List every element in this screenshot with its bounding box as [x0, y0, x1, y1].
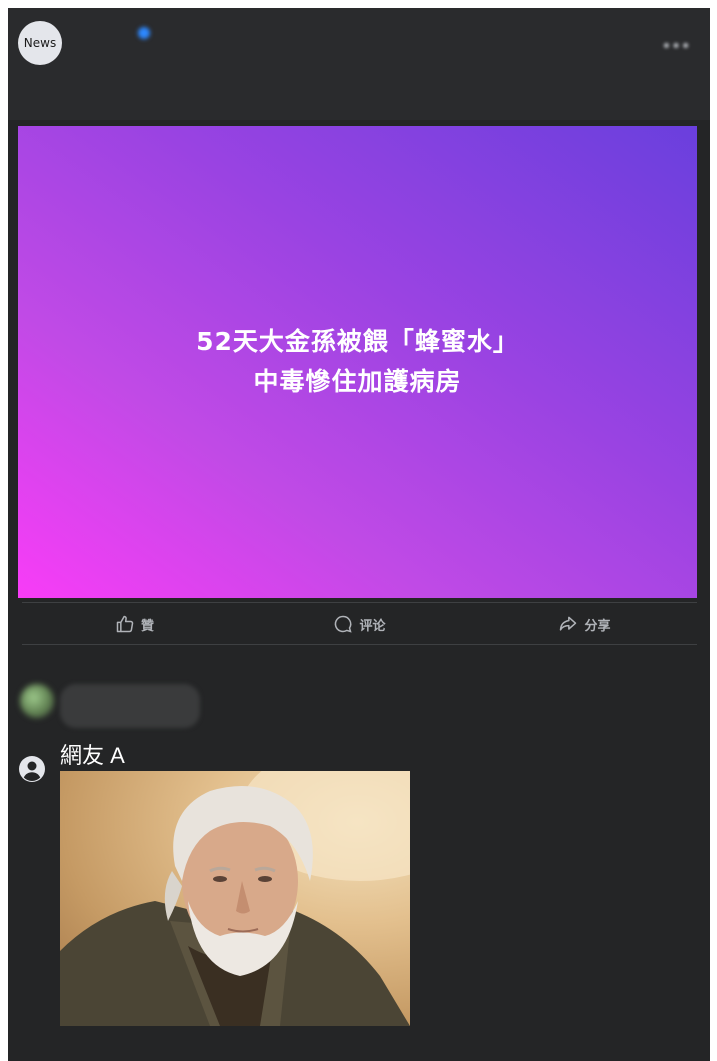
- share-label: 分享: [584, 618, 611, 634]
- headline-line-1: 52天大金孫被餵「蜂蜜水」: [196, 327, 519, 356]
- more-options-icon[interactable]: •••: [661, 36, 691, 57]
- reply-photo[interactable]: [60, 771, 410, 1026]
- post-header: News •••: [8, 8, 710, 120]
- netizen-name: 網友 A: [60, 743, 125, 768]
- comment-bubble: [60, 684, 200, 728]
- like-label: 贊: [140, 618, 154, 634]
- divider: [22, 644, 697, 645]
- headline-line-2: 中毒慘住加護病房: [253, 367, 462, 396]
- old-man-portrait: [60, 771, 410, 1026]
- share-button[interactable]: 分享: [472, 604, 697, 644]
- page-avatar-label: News: [23, 36, 57, 50]
- comment-label: 评论: [359, 618, 386, 634]
- post-card: News ••• 52天大金孫被餵「蜂蜜水」 中毒慘住加護病房 贊 评论 分享 …: [8, 8, 710, 1061]
- page-avatar[interactable]: News: [18, 21, 62, 65]
- post-image[interactable]: 52天大金孫被餵「蜂蜜水」 中毒慘住加護病房: [18, 126, 697, 598]
- thumbs-up-icon: [116, 615, 134, 633]
- action-bar: 贊 评论 分享: [22, 604, 697, 644]
- verified-icon: [138, 27, 150, 39]
- user-avatar-icon: [19, 756, 45, 782]
- share-icon: [560, 616, 577, 631]
- comment-icon: [335, 615, 353, 633]
- comment-button[interactable]: 评论: [247, 604, 472, 644]
- divider: [22, 602, 697, 603]
- like-button[interactable]: 贊: [22, 604, 247, 644]
- headline: 52天大金孫被餵「蜂蜜水」 中毒慘住加護病房: [196, 322, 519, 402]
- commenter-avatar[interactable]: [20, 684, 54, 718]
